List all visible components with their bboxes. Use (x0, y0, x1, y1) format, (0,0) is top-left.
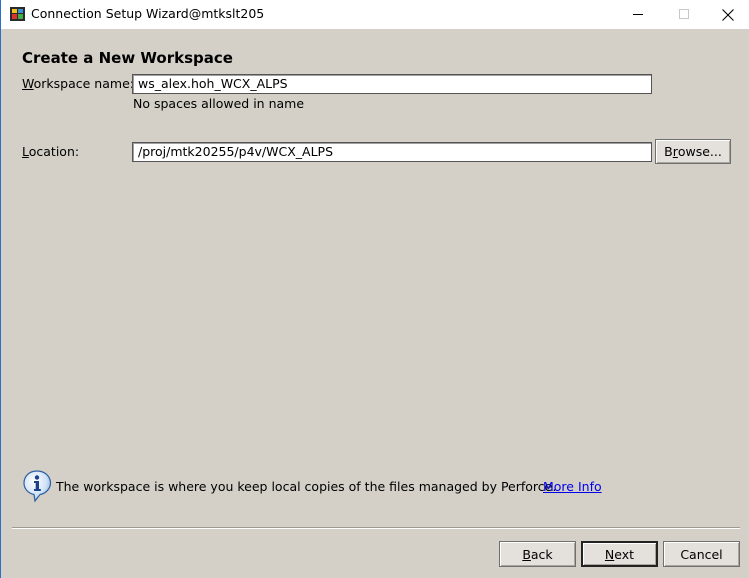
workspace-label-text: orkspace name: (33, 76, 134, 91)
browse-label-pre: B (664, 144, 673, 159)
wizard-content: Create a New Workspace Workspace name: w… (1, 29, 749, 578)
next-label-text: ext (614, 546, 635, 562)
back-label-mnemonic: B (522, 546, 531, 562)
footer-separator (12, 527, 740, 529)
info-text: The workspace is where you keep local co… (56, 479, 557, 494)
minimize-icon (632, 14, 643, 15)
back-button[interactable]: Back (499, 541, 576, 567)
page-title: Create a New Workspace (22, 49, 233, 67)
close-icon (722, 8, 734, 21)
location-input[interactable]: /proj/mtk20255/p4v/WCX_ALPS (132, 142, 652, 162)
app-icon (10, 7, 25, 21)
info-icon (21, 469, 55, 503)
back-label-text: ack (530, 546, 553, 562)
browse-label-post: owse... (677, 144, 722, 159)
workspace-name-input[interactable]: ws_alex.hoh_WCX_ALPS (132, 74, 652, 94)
more-info-link[interactable]: More Info (543, 479, 602, 494)
location-label-mnemonic: L (22, 144, 29, 159)
window-title: Connection Setup Wizard@mtkslt205 (31, 6, 265, 21)
maximize-icon (678, 9, 689, 19)
workspace-label-mnemonic: W (22, 76, 34, 91)
title-bar[interactable]: Connection Setup Wizard@mtkslt205 (1, 0, 749, 29)
next-button[interactable]: Next (581, 541, 658, 567)
wizard-window: Connection Setup Wizard@mtkslt205 Create… (0, 0, 749, 578)
workspace-name-hint: No spaces allowed in name (133, 96, 305, 111)
location-label: Location: (22, 144, 79, 159)
minimize-button[interactable] (615, 0, 661, 29)
maximize-button[interactable] (661, 0, 707, 29)
cancel-button[interactable]: Cancel (663, 541, 740, 567)
next-label-mnemonic: N (604, 546, 615, 562)
workspace-name-label: Workspace name: (22, 76, 134, 91)
location-label-text: ocation: (28, 144, 80, 159)
browse-button[interactable]: Br owse... (655, 139, 731, 164)
close-button[interactable] (705, 0, 749, 29)
